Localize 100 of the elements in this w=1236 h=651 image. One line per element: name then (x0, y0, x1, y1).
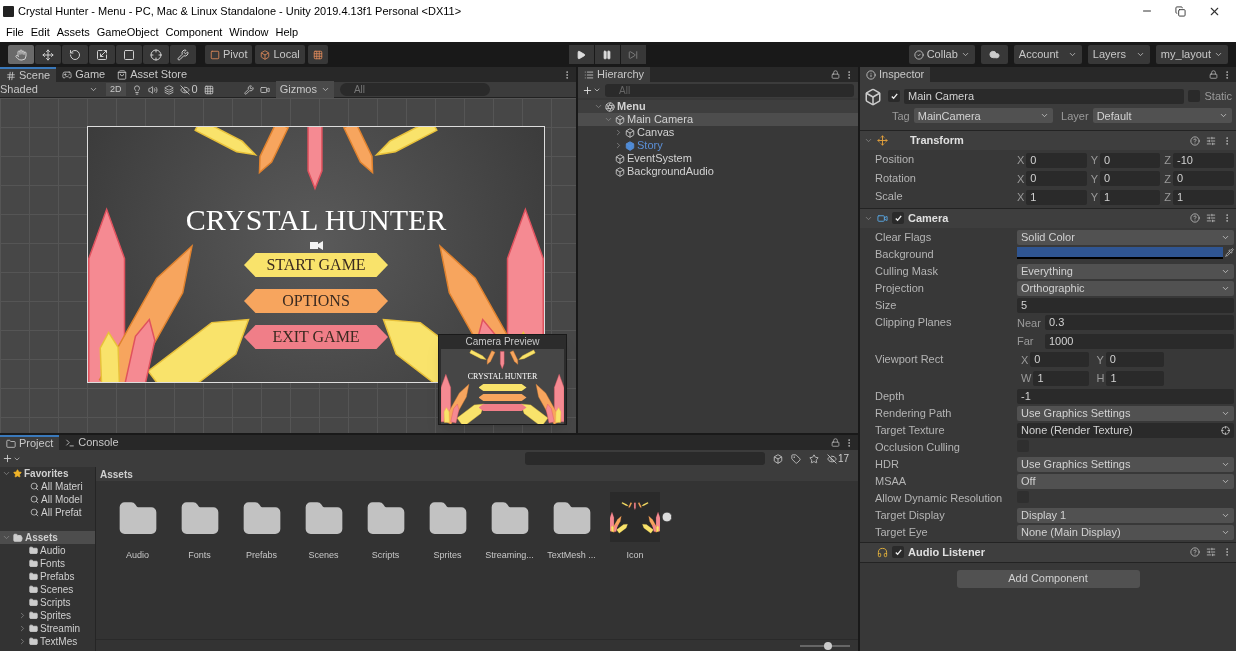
asset-tile[interactable]: Icon (610, 492, 674, 563)
asset-tile[interactable]: Scripts (362, 499, 409, 563)
main-nav-item[interactable]: File (6, 23, 24, 41)
number-field[interactable]: 0 (1100, 171, 1161, 187)
name-field[interactable]: Main Camera (904, 88, 1185, 104)
eyedropper-icon[interactable] (1225, 248, 1234, 257)
hierarchy-item[interactable]: EventSystem (578, 152, 858, 165)
number-field[interactable]: 0.3 (1045, 315, 1234, 331)
lock-icon[interactable] (831, 70, 840, 79)
layout-button[interactable]: my_layout (1155, 45, 1228, 64)
component-header[interactable]: Camera (860, 208, 1236, 228)
tool-button[interactable] (35, 45, 61, 64)
tool-button[interactable] (143, 45, 169, 64)
tools-icon[interactable] (243, 84, 254, 95)
asset-tile[interactable]: Audio (114, 499, 161, 563)
grid-icon[interactable] (203, 84, 214, 95)
create-button[interactable] (582, 84, 601, 96)
panel-tab[interactable]: Scene (0, 67, 57, 82)
panel-tab[interactable]: Project (0, 435, 60, 450)
checkbox[interactable] (1017, 490, 1029, 503)
hierarchy-item[interactable]: Main Camera (578, 113, 858, 126)
dropdown[interactable]: Use Graphics Settings (1017, 405, 1234, 421)
effects-icon[interactable] (163, 84, 174, 95)
help-icon[interactable] (1190, 547, 1200, 557)
lock-icon[interactable] (831, 438, 840, 447)
cloud-button[interactable] (980, 45, 1008, 64)
hidden-packages-toggle[interactable]: 17 (827, 451, 850, 466)
number-field[interactable]: 0 (1173, 171, 1234, 187)
main-nav-item[interactable]: Component (165, 23, 223, 41)
create-button[interactable] (2, 453, 21, 464)
help-icon[interactable] (1190, 213, 1200, 223)
checkbox[interactable] (888, 90, 900, 103)
preset-icon[interactable] (1206, 135, 1216, 146)
gizmos-dropdown[interactable]: Gizmos (275, 81, 334, 98)
panel-tab[interactable]: Hierarchy (578, 67, 651, 82)
component-header[interactable]: Audio Listener (860, 542, 1236, 562)
number-field[interactable]: 0 (1105, 352, 1164, 368)
dropdown[interactable]: MainCamera (913, 108, 1054, 124)
tree-item[interactable]: All Materi (0, 480, 95, 493)
number-field[interactable]: 1 (1026, 189, 1087, 205)
number-field[interactable]: 0 (1100, 152, 1161, 168)
tree-item[interactable]: Streamin (0, 622, 95, 635)
collab-button[interactable]: Collab (908, 45, 975, 64)
star-icon[interactable] (809, 453, 819, 464)
checkbox[interactable] (892, 546, 904, 558)
main-nav-item[interactable]: Window (229, 23, 269, 41)
add-component-button[interactable]: Add Component (956, 569, 1140, 588)
panel-tab[interactable]: Inspector (860, 67, 931, 82)
tree-item[interactable]: Assets (0, 531, 95, 544)
tree-item[interactable]: Favorites (0, 467, 95, 480)
breadcrumb[interactable]: Assets (100, 466, 133, 482)
dropdown[interactable]: Everything (1017, 263, 1234, 279)
tool-button[interactable] (116, 45, 142, 64)
tree-item[interactable]: Audio (0, 544, 95, 557)
tree-item[interactable]: Fonts (0, 557, 95, 570)
icon-size-slider[interactable] (800, 644, 850, 647)
asset-tile[interactable]: Streaming... (486, 499, 533, 563)
slider-thumb[interactable] (823, 641, 832, 650)
panel-tab[interactable]: Asset Store (111, 67, 194, 82)
number-field[interactable]: 1 (1106, 370, 1164, 386)
play-button[interactable] (568, 45, 594, 64)
asset-tile[interactable]: TextMesh ... (548, 499, 595, 563)
number-field[interactable]: 5 (1017, 297, 1234, 313)
asset-tile[interactable]: Scenes (300, 499, 347, 563)
help-icon[interactable] (1190, 135, 1200, 146)
number-field[interactable]: 0 (1026, 171, 1087, 187)
hidden-objects-toggle[interactable]: 0 (179, 81, 198, 98)
filter-by-type-icon[interactable] (773, 453, 783, 464)
tag-icon[interactable] (791, 453, 801, 464)
preset-icon[interactable] (1206, 213, 1216, 223)
number-field[interactable]: -10 (1173, 152, 1234, 168)
component-header[interactable]: Transform (860, 131, 1236, 150)
dropdown[interactable]: Use Graphics Settings (1017, 456, 1234, 472)
lock-icon[interactable] (1209, 70, 1218, 79)
tree-item[interactable]: Sprites (0, 609, 95, 622)
account-button[interactable]: Account (1013, 45, 1082, 64)
2d-toggle[interactable]: 2D (106, 82, 126, 97)
preset-icon[interactable] (1206, 547, 1216, 557)
tree-item[interactable]: Scenes (0, 583, 95, 596)
main-nav-item[interactable]: Help (275, 23, 299, 41)
number-field[interactable]: 1 (1100, 189, 1161, 205)
hierarchy-item[interactable]: Canvas (578, 126, 858, 139)
number-field[interactable]: 1000 (1045, 333, 1234, 349)
dropdown[interactable]: Orthographic (1017, 280, 1234, 296)
search-field[interactable]: All (605, 83, 854, 97)
tree-item[interactable]: Prefabs (0, 570, 95, 583)
snap-button[interactable] (307, 45, 328, 64)
restore-icon[interactable] (1175, 5, 1186, 17)
hierarchy-item[interactable]: BackgroundAudio (578, 165, 858, 178)
number-field[interactable]: -1 (1017, 388, 1234, 404)
color-swatch[interactable] (1017, 246, 1223, 259)
main-nav-item[interactable]: Edit (30, 23, 50, 41)
shading-dropdown[interactable]: Shaded (0, 81, 100, 98)
local-button[interactable]: Local (255, 45, 305, 64)
tool-button[interactable] (62, 45, 88, 64)
asset-tile[interactable]: Prefabs (238, 499, 285, 563)
camera-icon[interactable] (259, 84, 270, 95)
tree-item[interactable]: All Model (0, 493, 95, 506)
main-nav-item[interactable]: GameObject (96, 23, 159, 41)
dropdown[interactable]: None (Main Display) (1017, 524, 1234, 540)
